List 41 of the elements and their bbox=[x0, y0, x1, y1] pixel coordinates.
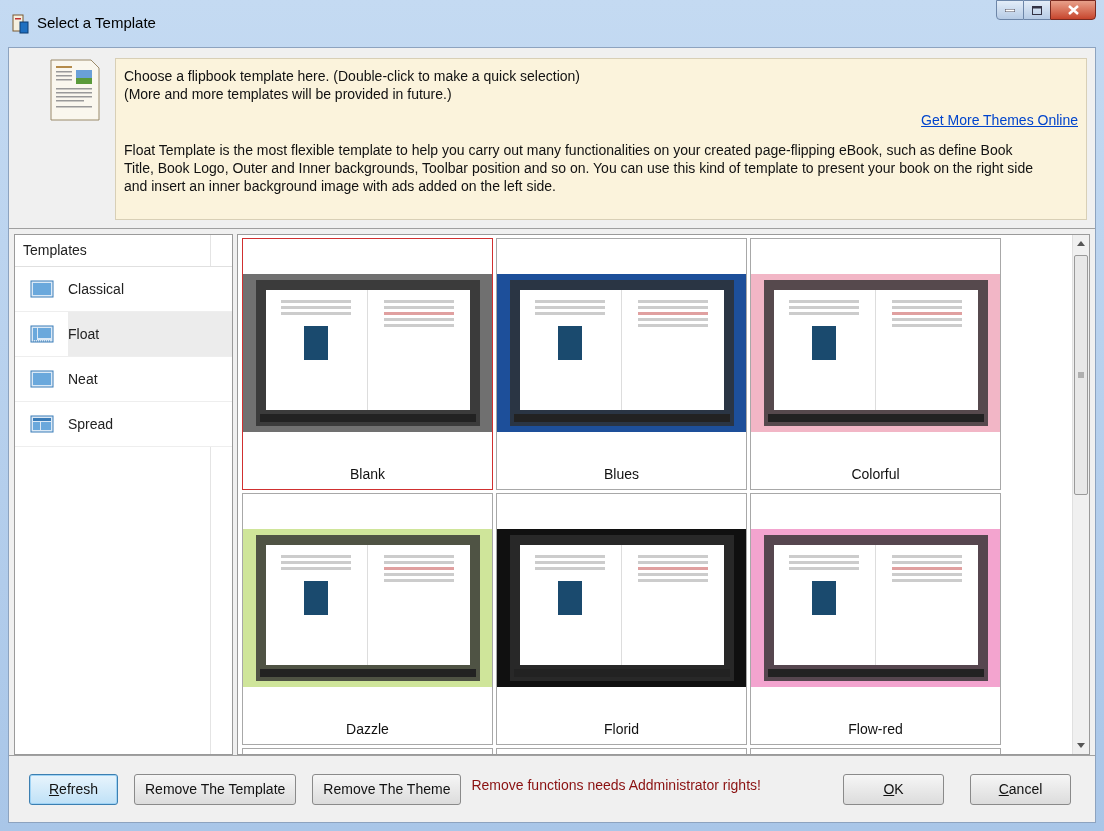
template-card[interactable]: Blank bbox=[242, 238, 493, 490]
template-card[interactable]: Florid bbox=[496, 493, 747, 745]
template-type-icon bbox=[30, 415, 54, 433]
window-title: Select a Template bbox=[37, 13, 156, 34]
template-type-icon bbox=[30, 325, 54, 343]
template-card[interactable]: Blues bbox=[496, 238, 747, 490]
info-text: (More and more templates will be provided in future.) bbox=[124, 85, 453, 103]
template-name: Blank bbox=[350, 465, 385, 484]
template-name: Dazzle bbox=[346, 720, 389, 739]
sidebar-item[interactable]: Float bbox=[68, 312, 232, 356]
template-name: Blues bbox=[604, 465, 639, 484]
close-icon bbox=[1067, 5, 1079, 15]
grip-icon bbox=[1078, 372, 1084, 378]
template-card[interactable]: Colorful bbox=[750, 238, 1001, 490]
maximize-button[interactable] bbox=[1024, 0, 1050, 20]
dialog-button[interactable]: Remove The Theme bbox=[312, 773, 462, 805]
get-more-themes-link[interactable]: Get More Themes Online bbox=[921, 111, 1078, 129]
template-card[interactable]: Flow-red bbox=[750, 493, 1001, 745]
dialog-button[interactable]: Refresh bbox=[29, 773, 118, 805]
scrollbar-thumb[interactable] bbox=[1074, 255, 1088, 495]
vertical-scrollbar[interactable] bbox=[1072, 235, 1089, 754]
template-card[interactable]: Dazzle bbox=[242, 493, 493, 745]
template-name: Flow-red bbox=[848, 720, 903, 739]
sidebar-header: Templates bbox=[23, 241, 87, 260]
minimize-icon bbox=[1005, 8, 1015, 12]
app-icon bbox=[11, 13, 29, 34]
scroll-down-icon[interactable] bbox=[1077, 743, 1085, 748]
template-name: Colorful bbox=[851, 465, 900, 484]
template-type-icon bbox=[30, 280, 54, 298]
template-type-icon bbox=[30, 370, 54, 388]
template-name: Florid bbox=[604, 720, 639, 739]
close-button[interactable] bbox=[1050, 0, 1096, 20]
scroll-up-icon[interactable] bbox=[1077, 241, 1085, 246]
dialog-button[interactable]: Cancel bbox=[970, 773, 1071, 805]
maximize-icon bbox=[1032, 5, 1042, 15]
dialog-button[interactable]: OK bbox=[843, 773, 944, 805]
document-icon bbox=[47, 58, 101, 122]
dialog-button[interactable]: Remove The Template bbox=[134, 773, 297, 805]
warning-message: Remove functions needs Addministrator rights! bbox=[471, 775, 761, 795]
info-text: Choose a flipbook template here. (Double-click to make a quick selection) bbox=[124, 67, 581, 85]
template-description: Float Template is the most flexible template to help you carry out many functionalities on your created page-flipping eBook, such as define Book Title, Book Logo, Outer and Inner backgrounds, Toolbar position and so on. You can use this kind of template to present your book on the right side and insert an inner background image with ads added on the left side. bbox=[124, 141, 1035, 195]
